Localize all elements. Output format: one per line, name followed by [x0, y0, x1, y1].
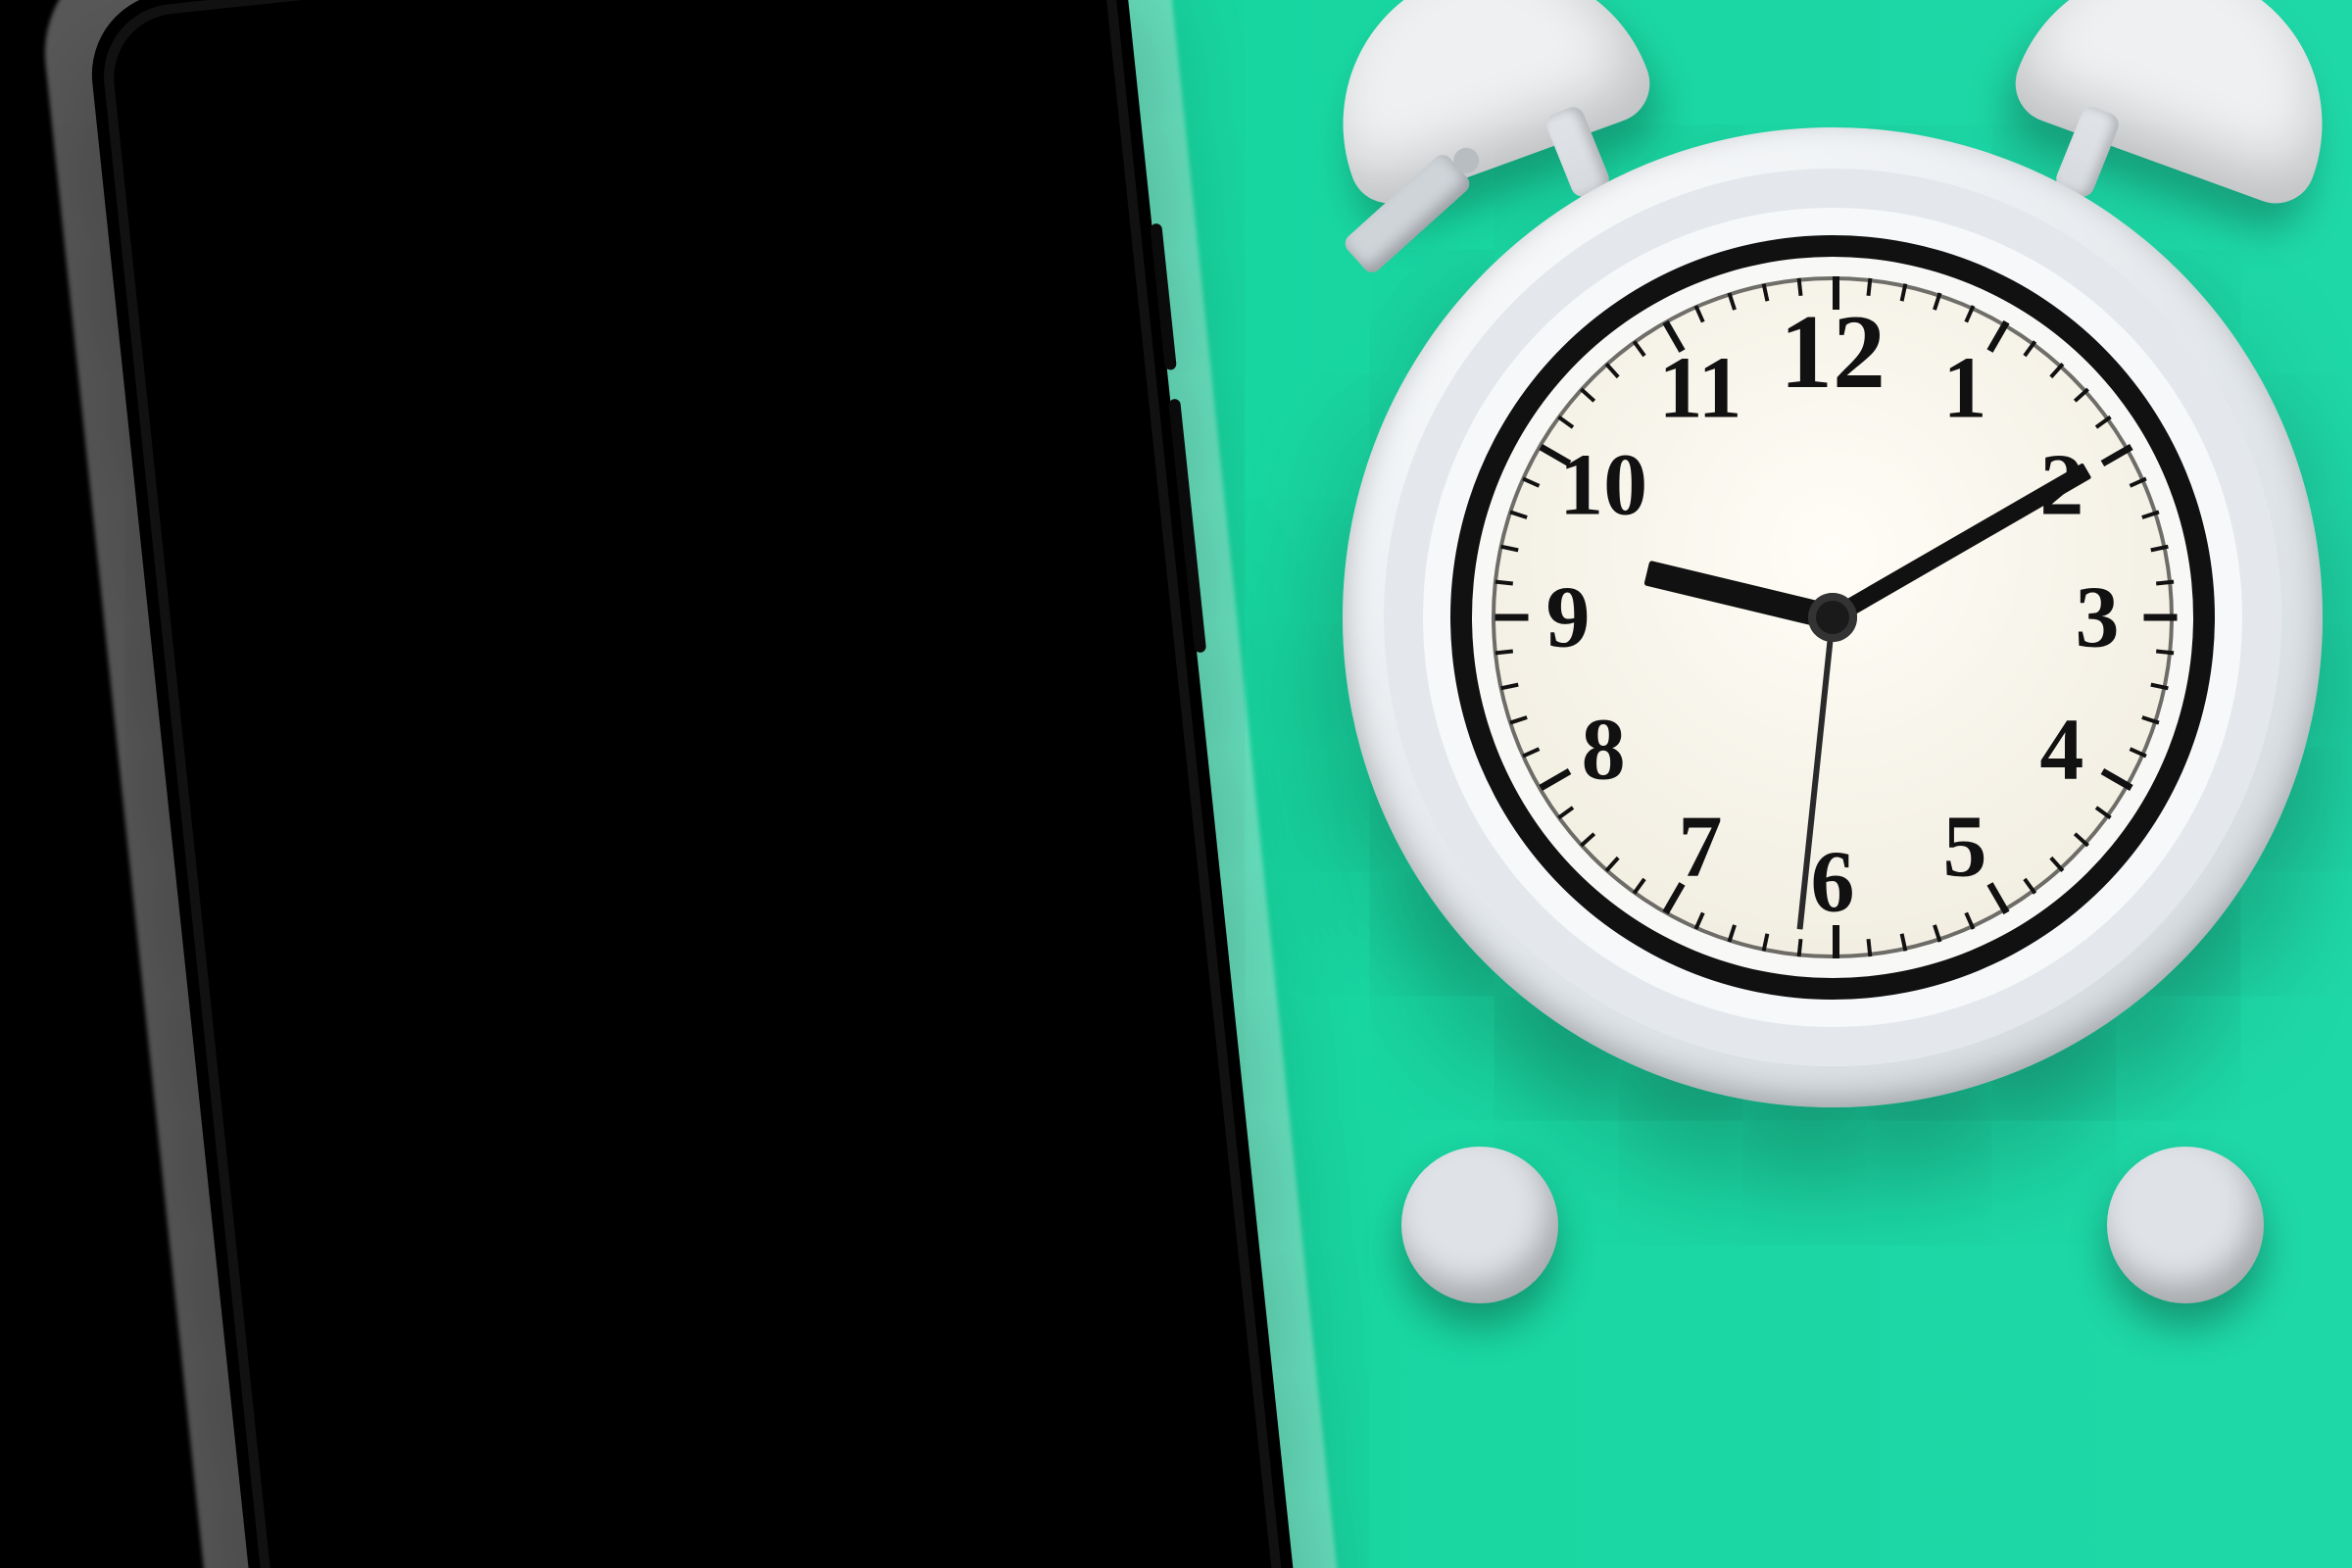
clock-numeral: 2: [2039, 435, 2083, 536]
end-value[interactable]: - - : - -: [459, 299, 659, 363]
task-row[interactable]: Task None: [224, 849, 1191, 1090]
close-icon[interactable]: [199, 193, 246, 240]
project-label: Project: [333, 740, 1091, 864]
start-end-row[interactable]: Start 14:00 End - - : - -: [153, 161, 1121, 419]
phone-timer: Discard Timer Tue, May 21 Start 14:00 En…: [84, 0, 1338, 1568]
clock-numeral: 11: [1658, 338, 1741, 439]
clock-numeral: 12: [1780, 292, 1886, 414]
clock-numeral: 1: [1943, 338, 1987, 439]
alarm-clock-illustration: 12 12 3 45678 9 1011: [1294, 0, 2352, 1509]
chip-minus-1h[interactable]: -1h: [340, 614, 405, 666]
project-value: None: [339, 791, 1096, 908]
chevron-right-icon: [1073, 646, 1109, 682]
document-icon: [267, 723, 317, 773]
chip-minus-15m[interactable]: -15min: [459, 595, 590, 654]
duration-label: Duration: [320, 415, 473, 476]
start-label: Start: [276, 259, 427, 317]
date-label[interactable]: Tue, May 21: [834, 108, 1050, 175]
description-row[interactable]: What are you working on?: [200, 609, 1161, 806]
clock-numeral: 4: [2039, 700, 2083, 801]
chip-plus-1h[interactable]: +1h: [833, 563, 904, 615]
stopwatch-icon: [236, 434, 286, 484]
description-input[interactable]: What are you working on?: [323, 642, 1081, 766]
clock-numeral: 7: [1679, 796, 1723, 897]
project-row[interactable]: Project None: [210, 706, 1176, 948]
task-value: None: [354, 933, 1110, 1051]
screen-title: Timer: [270, 123, 810, 244]
chip-plus-15m[interactable]: +15min: [643, 575, 780, 635]
clock-numeral: 8: [1582, 700, 1626, 801]
clock-numeral: 5: [1943, 796, 1987, 897]
clipboard-icon: [294, 985, 344, 1035]
duration-value[interactable]: 00:00:01: [326, 407, 1090, 612]
clock-numeral: 3: [2076, 567, 2120, 668]
chevron-right-icon: [1085, 765, 1121, 802]
discard-button[interactable]: Discard: [895, 6, 1039, 69]
calendar-icon: [222, 306, 272, 356]
clock-numeral: 9: [1546, 567, 1591, 668]
clock-numeral: 6: [1811, 832, 1855, 933]
clock-numeral: 10: [1559, 435, 1647, 536]
chevron-right-icon: [1101, 907, 1137, 944]
end-label: End: [283, 322, 434, 380]
task-label: Task: [348, 882, 1105, 1006]
start-value[interactable]: 14:00: [452, 235, 652, 299]
folder-icon: [279, 843, 329, 893]
